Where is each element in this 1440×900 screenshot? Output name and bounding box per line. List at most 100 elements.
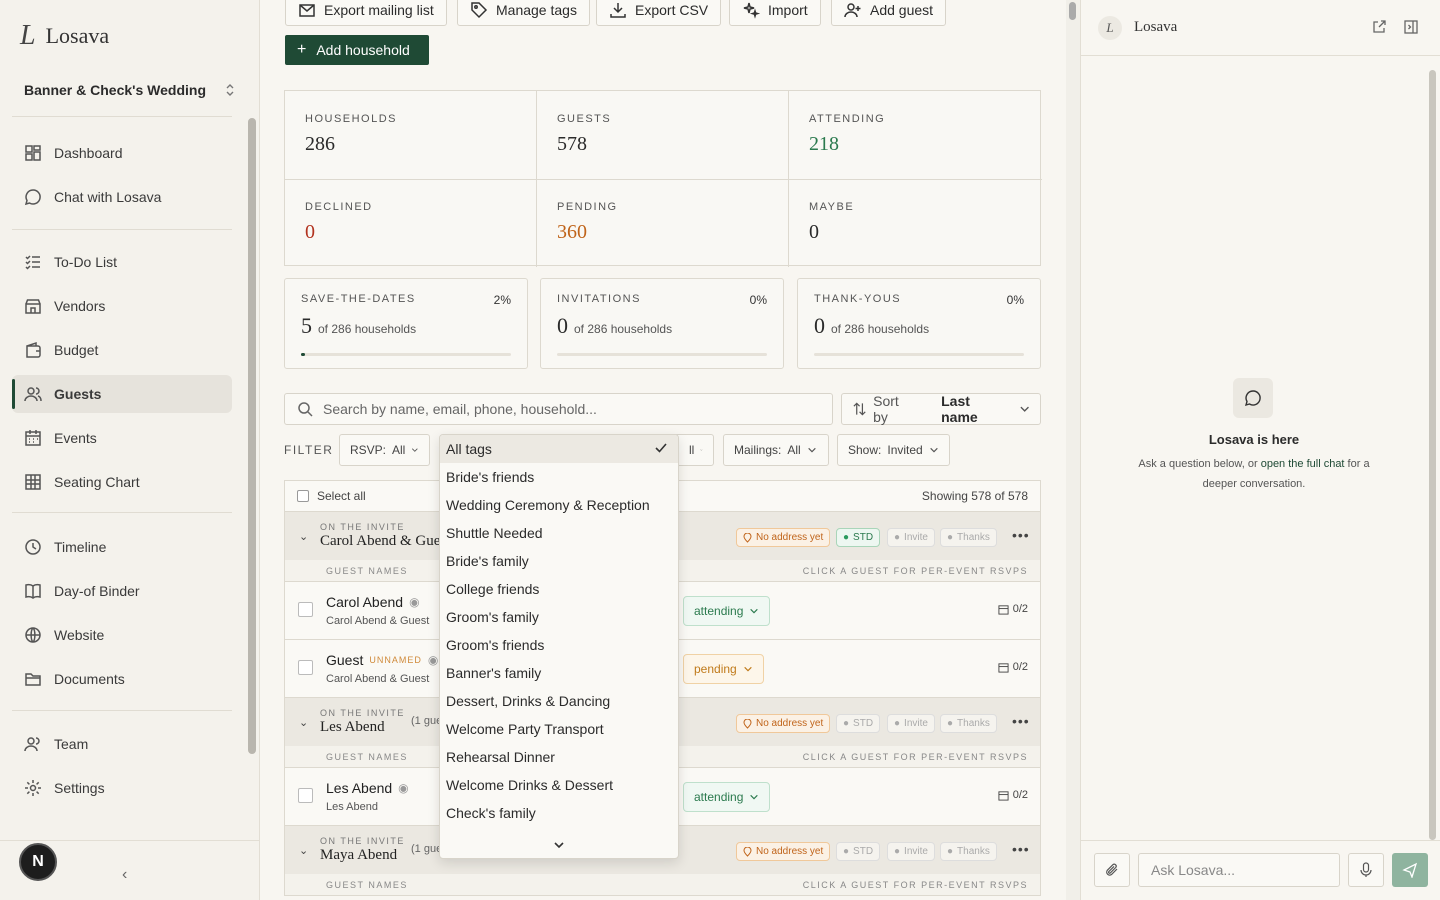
- main-scrollbar[interactable]: [1066, 0, 1080, 900]
- progress-invitations[interactable]: INVITATIONS 0% 0 of 286 households: [540, 278, 784, 369]
- send-button[interactable]: [1392, 853, 1428, 887]
- chevron-down-icon[interactable]: [552, 838, 566, 852]
- tag-option[interactable]: Shuttle Needed: [440, 519, 678, 547]
- chevron-down-icon[interactable]: ⌄: [299, 530, 308, 543]
- invite-badge[interactable]: ● Invite: [887, 842, 935, 861]
- more-icon[interactable]: •••: [1012, 841, 1030, 857]
- tag-option[interactable]: Bride's friends: [440, 463, 678, 491]
- collapse-sidebar-icon[interactable]: ‹: [122, 866, 127, 884]
- mailings-filter[interactable]: Mailings: All: [723, 434, 829, 466]
- std-badge[interactable]: ● STD: [836, 714, 881, 733]
- std-badge[interactable]: ● STD: [836, 842, 881, 861]
- tag-option[interactable]: College friends: [440, 575, 678, 603]
- nav-budget[interactable]: Budget: [12, 331, 232, 369]
- manage-tags-button[interactable]: Manage tags: [457, 0, 590, 26]
- sidebar-scrollbar[interactable]: [248, 118, 256, 754]
- sort-select[interactable]: Sort by Last name: [841, 393, 1041, 425]
- ask-input[interactable]: Ask Losava...: [1138, 853, 1340, 887]
- tag-option[interactable]: Groom's friends: [440, 631, 678, 659]
- tags-dropdown[interactable]: All tags Bride's friends Wedding Ceremon…: [439, 434, 679, 859]
- nav-events[interactable]: Events: [12, 419, 232, 457]
- nav-team[interactable]: Team: [12, 725, 232, 763]
- tag-option[interactable]: Welcome Drinks & Dessert: [440, 771, 678, 799]
- rsvp-value: pending: [694, 662, 737, 676]
- logo[interactable]: L Losava: [20, 20, 109, 52]
- select-all-checkbox[interactable]: [297, 490, 309, 502]
- nav-vendors[interactable]: Vendors: [12, 287, 232, 325]
- tag-option[interactable]: Groom's family: [440, 603, 678, 631]
- close-panel-icon[interactable]: [1403, 19, 1419, 35]
- export-csv-button[interactable]: Export CSV: [596, 0, 722, 26]
- tag-option[interactable]: Dessert, Drinks & Dancing: [440, 687, 678, 715]
- tag-option[interactable]: Bride's family: [440, 547, 678, 575]
- progress-save-the-dates[interactable]: SAVE-THE-DATES 2% 5 of 286 households: [284, 278, 528, 369]
- tag-option[interactable]: Welcome Party Transport: [440, 715, 678, 743]
- tag-option[interactable]: Rehearsal Dinner: [440, 743, 678, 771]
- more-icon[interactable]: •••: [1012, 527, 1030, 543]
- tag-option-selected[interactable]: All tags: [440, 435, 678, 463]
- chevron-down-icon[interactable]: ⌄: [299, 844, 308, 857]
- search-input[interactable]: Search by name, email, phone, household.…: [284, 393, 833, 425]
- rsvp-select[interactable]: attending: [683, 596, 771, 626]
- avatar[interactable]: N: [19, 843, 57, 881]
- divider: [12, 116, 232, 117]
- attach-button[interactable]: [1094, 853, 1130, 887]
- nav-seating[interactable]: Seating Chart: [12, 463, 232, 501]
- book-icon: [25, 583, 41, 599]
- thanks-badge[interactable]: ● Thanks: [940, 528, 997, 547]
- export-mailing-button[interactable]: Export mailing list: [285, 0, 447, 26]
- nav-guests[interactable]: Guests: [12, 375, 232, 413]
- add-household-button[interactable]: + Add household: [285, 35, 429, 65]
- external-link-icon[interactable]: [1371, 19, 1387, 35]
- std-badge[interactable]: ● STD: [836, 528, 881, 547]
- nav-dashboard[interactable]: Dashboard: [12, 134, 232, 172]
- thanks-badge[interactable]: ● Thanks: [940, 714, 997, 733]
- open-full-chat-link[interactable]: open the full chat: [1261, 458, 1345, 470]
- chevron-down-icon[interactable]: ⌄: [299, 716, 308, 729]
- import-button[interactable]: Import: [729, 0, 821, 26]
- stat-maybe: MAYBE 0: [789, 179, 1041, 267]
- rsvp-select[interactable]: pending: [683, 654, 764, 684]
- add-guest-button[interactable]: Add guest: [831, 0, 947, 26]
- panel-scrollbar[interactable]: [1429, 70, 1436, 840]
- stat-value: 360: [557, 221, 587, 243]
- folder-icon: [25, 673, 41, 686]
- chevron-down-icon: [929, 447, 938, 453]
- tag-option[interactable]: Banner's family: [440, 659, 678, 687]
- tag-option[interactable]: Wedding Ceremony & Reception: [440, 491, 678, 519]
- nav-settings[interactable]: Settings: [12, 769, 232, 807]
- eye-icon[interactable]: ◉: [398, 781, 408, 795]
- nav-chat[interactable]: Chat with Losava: [12, 178, 232, 216]
- badge-label: Thanks: [957, 846, 990, 857]
- more-icon[interactable]: •••: [1012, 713, 1030, 729]
- guest-checkbox[interactable]: [298, 788, 313, 803]
- rsvp-select[interactable]: attending: [683, 782, 771, 812]
- rsvp-filter[interactable]: RSVP: All: [339, 434, 430, 466]
- progress-percent: 0%: [1006, 293, 1024, 307]
- household-name: Maya Abend: [320, 847, 398, 863]
- nav-timeline[interactable]: Timeline: [12, 528, 232, 566]
- store-icon: [25, 299, 41, 314]
- progress-thank-yous[interactable]: THANK-YOUS 0% 0 of 286 households: [797, 278, 1041, 369]
- guest-checkbox[interactable]: [298, 660, 313, 675]
- events-count[interactable]: 0/2: [998, 661, 1028, 673]
- tag-option[interactable]: Check's family: [440, 799, 678, 827]
- mic-button[interactable]: [1348, 853, 1384, 887]
- eye-icon[interactable]: ◉: [428, 653, 438, 667]
- wedding-switcher[interactable]: Banner & Check's Wedding: [12, 72, 248, 108]
- invite-badge[interactable]: ● Invite: [887, 528, 935, 547]
- nav-website[interactable]: Website: [12, 616, 232, 654]
- eye-icon[interactable]: ◉: [409, 595, 419, 609]
- filter-value: ll: [689, 443, 695, 457]
- nav-documents[interactable]: Documents: [12, 660, 232, 698]
- nav-todo[interactable]: To-Do List: [12, 243, 232, 281]
- events-count[interactable]: 0/2: [998, 789, 1028, 801]
- progress-label: THANK-YOUS: [814, 293, 902, 305]
- show-filter[interactable]: Show: Invited: [837, 434, 950, 466]
- nav-binder[interactable]: Day-of Binder: [12, 572, 232, 610]
- events-count[interactable]: 0/2: [998, 603, 1028, 615]
- select-all-label[interactable]: Select all: [317, 489, 366, 503]
- guest-checkbox[interactable]: [298, 602, 313, 617]
- thanks-badge[interactable]: ● Thanks: [940, 842, 997, 861]
- invite-badge[interactable]: ● Invite: [887, 714, 935, 733]
